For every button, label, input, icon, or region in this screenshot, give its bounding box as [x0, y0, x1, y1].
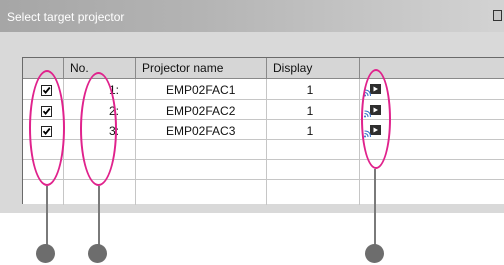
callout-ellipse-1 — [29, 70, 65, 186]
display-number: 1 — [306, 124, 314, 138]
window-title: Select target projector — [7, 10, 125, 24]
select-projector-window: Select target projector No. Projector na… — [0, 0, 504, 213]
window-corner-button[interactable] — [493, 10, 502, 21]
callout-marker-2 — [88, 244, 107, 263]
callout-line-1 — [46, 186, 48, 246]
column-header-projector-name[interactable]: Projector name — [136, 58, 267, 79]
projector-name: EMP02FAC3 — [166, 124, 236, 138]
callout-line-2 — [98, 186, 100, 246]
title-bar: Select target projector — [0, 0, 504, 32]
callout-marker-3 — [365, 244, 384, 263]
column-header-display[interactable]: Display — [267, 58, 360, 79]
callout-ellipse-3 — [361, 69, 391, 169]
display-number: 1 — [306, 104, 314, 118]
callout-marker-1 — [36, 244, 55, 263]
callout-line-3 — [374, 169, 376, 246]
projector-name: EMP02FAC1 — [166, 83, 236, 97]
projector-name: EMP02FAC2 — [166, 104, 236, 118]
display-number: 1 — [306, 83, 314, 97]
callout-ellipse-2 — [80, 72, 117, 186]
